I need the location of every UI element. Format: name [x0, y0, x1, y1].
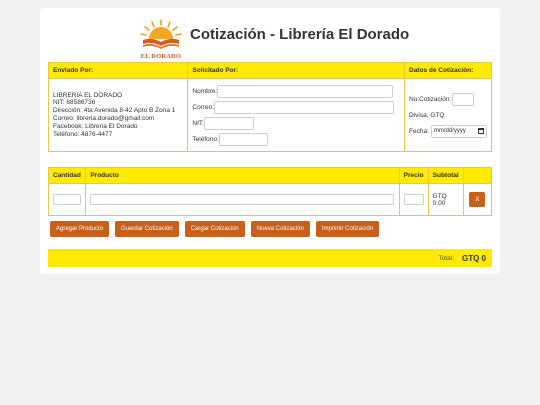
nombre-label: Nombre: [192, 87, 218, 95]
nit-input[interactable] [203, 116, 254, 130]
table-row: GTQ 0.00 X [47, 183, 493, 216]
producto-header: Producto [85, 167, 400, 184]
total-label: Total: [438, 254, 454, 262]
quote-data: No.Cotización: Divisa: GTQ Fecha: mm/dd/y… [404, 78, 492, 152]
producto-input[interactable] [90, 194, 395, 205]
logo-text: EL DORADO [140, 53, 182, 60]
total-bar: Total: GTQ 0 [48, 249, 492, 267]
page-header: EL DORADO Cotización - Librería El Dorad… [40, 8, 500, 60]
nombre-input[interactable] [217, 84, 394, 98]
delete-row-button[interactable]: X [469, 192, 486, 207]
fecha-input[interactable]: mm/dd/yyyy [430, 124, 487, 138]
sender-email: Correo: libreria.dorado@gmail.com [53, 115, 155, 122]
new-quote-button[interactable]: Nueva Cotización [250, 221, 310, 237]
logo: EL DORADO [138, 18, 184, 62]
subtotal-value: 0.00 [432, 199, 446, 207]
precio-input[interactable] [403, 194, 424, 205]
sender-phone: Teléfono: 4876-4477 [53, 130, 113, 138]
precio-header: Precio [398, 167, 429, 184]
telefono-label: Teléfono: [192, 135, 219, 143]
nit-label: NIT: [192, 119, 204, 127]
telefono-input[interactable] [218, 132, 268, 146]
quote-data-header: Datos de Cotización: [404, 62, 492, 79]
sender-address: Dirección: 4ta Avenida 8-42 Apto B Zona … [53, 107, 176, 115]
add-product-button[interactable]: Agregar Producto [50, 221, 110, 237]
fecha-value: mm/dd/yyyy [433, 128, 466, 134]
sender-facebook: Facebook: Libreria El Dorado [53, 122, 138, 130]
products-table: Cantidad Producto Precio Subtotal GTQ 0.… [47, 167, 493, 216]
cantidad-header: Cantidad [47, 167, 87, 184]
quote-card: EL DORADO Cotización - Librería El Dorad… [40, 8, 500, 274]
page-title: Cotización - Librería El Dorado [190, 26, 410, 43]
correo-label: Correo: [192, 103, 215, 111]
action-header [462, 167, 493, 184]
cantidad-input[interactable] [53, 194, 81, 205]
sender-nit: NIT: 68586736 [53, 99, 96, 107]
divisa-value: GTQ [430, 111, 445, 119]
quote-info-table: Enviado Por: Solicitado Por: Datos de Co… [47, 62, 492, 152]
load-quote-button[interactable]: Cargar Cotización [184, 221, 245, 237]
requester-form: Nombre: Correo: NIT: Teléfono: [187, 78, 405, 152]
no-cotizacion-label: No.Cotización: [409, 95, 452, 103]
calendar-icon[interactable] [477, 128, 484, 134]
fecha-label: Fecha: [409, 127, 429, 135]
sunrise-book-icon [140, 19, 182, 49]
action-bar: Agregar Producto Guardar Cotización Carg… [50, 221, 385, 237]
sender-header: Enviado Por: [47, 62, 189, 79]
correo-input[interactable] [214, 100, 395, 114]
subtotal-cell: GTQ 0.00 [427, 183, 464, 216]
sender-name: LIBRERIA EL DORADO [53, 91, 123, 99]
no-cotizacion-input[interactable] [452, 92, 475, 106]
print-quote-button[interactable]: Imprimir Cotización [315, 221, 380, 237]
subtotal-header: Subtotal [427, 167, 464, 184]
requester-header: Solicitado Por: [187, 62, 405, 79]
subtotal-currency: GTQ [432, 192, 447, 200]
sender-info: LIBRERIA EL DORADO NIT: 68586736 Direcci… [47, 78, 189, 152]
total-value: GTQ 0 [461, 253, 486, 263]
save-quote-button[interactable]: Guardar Cotización [115, 221, 179, 237]
divisa-label: Divisa: [409, 111, 429, 119]
